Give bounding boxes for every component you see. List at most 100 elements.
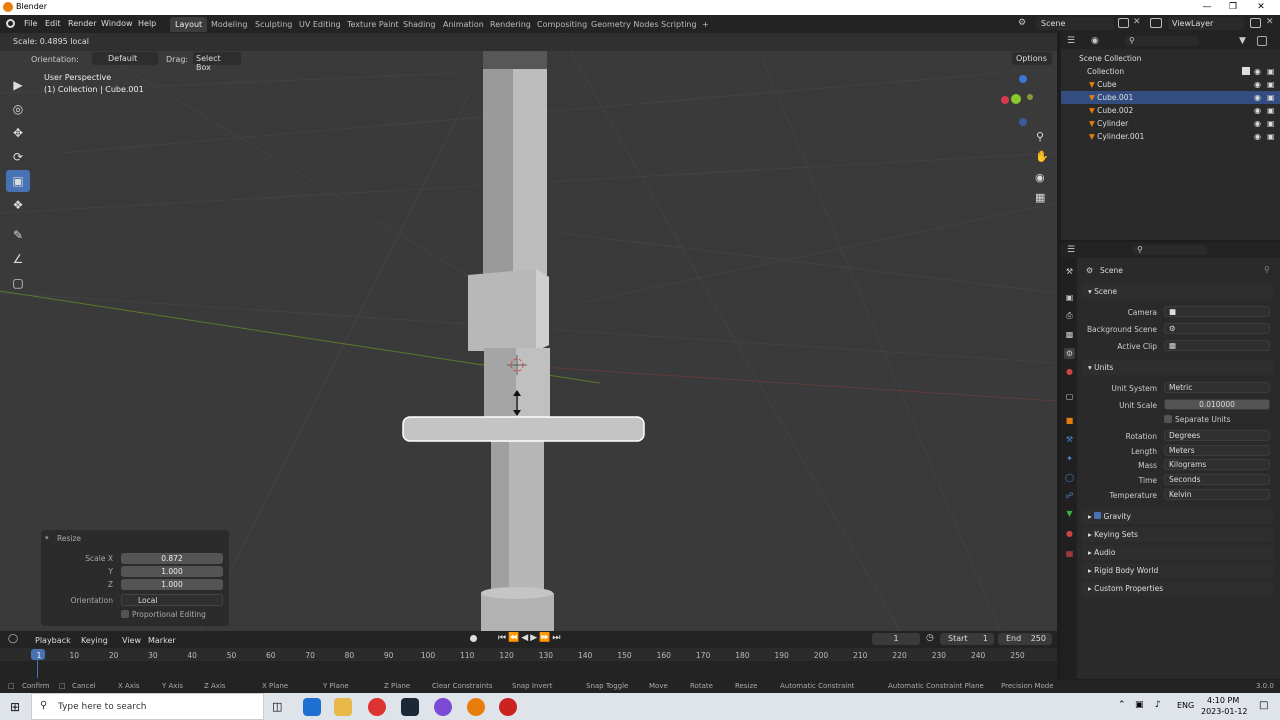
- render-icon[interactable]: ▣: [1267, 65, 1275, 78]
- render-icon[interactable]: ▣: [1267, 104, 1275, 117]
- tab-sculpting[interactable]: Sculpting: [250, 17, 297, 32]
- marker-menu[interactable]: Marker: [148, 636, 176, 645]
- editor-type-icon[interactable]: ◯: [8, 634, 18, 644]
- transform-icon[interactable]: ❖: [6, 194, 30, 216]
- tab-shading[interactable]: Shading: [398, 17, 441, 32]
- temperature-dropdown[interactable]: Kelvin: [1164, 489, 1270, 500]
- cursor-icon[interactable]: ◎: [6, 98, 30, 120]
- tab-animation[interactable]: Animation: [438, 17, 489, 32]
- collection-row[interactable]: Collection ◉ ▣: [1061, 65, 1280, 78]
- scale-y-field[interactable]: 1.000: [121, 566, 223, 577]
- length-dropdown[interactable]: Meters: [1164, 445, 1270, 456]
- render-icon[interactable]: ▣: [1267, 78, 1275, 91]
- audio-section-header[interactable]: ▸ Audio: [1082, 545, 1274, 560]
- camera-view-icon[interactable]: ◉: [1035, 171, 1045, 184]
- new-scene-icon[interactable]: [1118, 18, 1129, 28]
- task-view-icon[interactable]: ◫: [272, 700, 282, 713]
- annotate-icon[interactable]: ✎: [6, 224, 30, 246]
- chrome-icon[interactable]: [368, 698, 386, 716]
- scene-section-header[interactable]: ▾ Scene: [1082, 284, 1274, 299]
- taskbar-search-box[interactable]: ⚲ Type here to search: [31, 693, 264, 720]
- separate-units-checkbox[interactable]: [1164, 415, 1172, 423]
- render-icon[interactable]: ▣: [1267, 91, 1275, 104]
- visibility-icon[interactable]: ◉: [1254, 91, 1261, 104]
- blender-taskbar-icon[interactable]: [467, 698, 485, 716]
- menu-window[interactable]: Window: [101, 19, 133, 28]
- visibility-icon[interactable]: ◉: [1254, 130, 1261, 143]
- collapse-icon[interactable]: ▾: [45, 534, 49, 542]
- scale-icon[interactable]: ▣: [6, 170, 30, 192]
- move-icon[interactable]: ✥: [6, 122, 30, 144]
- gravity-section-header[interactable]: ▸ Gravity: [1082, 509, 1274, 524]
- new-collection-icon[interactable]: [1257, 36, 1267, 46]
- visibility-icon[interactable]: ◉: [1254, 65, 1261, 78]
- zoom-icon[interactable]: ⚲: [1036, 130, 1044, 143]
- outliner-search-icon[interactable]: ⚲: [1125, 36, 1199, 46]
- tool-tab-icon[interactable]: ⚒: [1064, 266, 1075, 277]
- viewlayer-selector[interactable]: ViewLayer: [1168, 17, 1244, 30]
- end-frame-field[interactable]: End 250: [998, 633, 1052, 645]
- mail-app-icon[interactable]: [303, 698, 321, 716]
- filter-icon[interactable]: ▼: [1239, 36, 1246, 46]
- clock-time[interactable]: 4:10 PM: [1207, 696, 1239, 705]
- tab-geometry-nodes[interactable]: Geometry Nodes: [586, 17, 663, 32]
- tab-modeling[interactable]: Modeling: [206, 17, 252, 32]
- steam-icon[interactable]: [401, 698, 419, 716]
- camera-field[interactable]: ■: [1164, 306, 1270, 317]
- outliner-item-cylinder-001[interactable]: ▼ Cylinder.001 ◉ ▣: [1061, 130, 1280, 143]
- render-tab-icon[interactable]: ▣: [1064, 292, 1075, 303]
- record-icon[interactable]: [470, 635, 477, 642]
- display-mode-icon[interactable]: ◉: [1091, 36, 1099, 46]
- collection-checkbox[interactable]: [1242, 67, 1250, 75]
- outliner-item-cube-002[interactable]: ▼ Cube.002 ◉ ▣: [1061, 104, 1280, 117]
- menu-edit[interactable]: Edit: [45, 19, 61, 28]
- units-section-header[interactable]: ▾ Units: [1082, 360, 1274, 375]
- keying-menu[interactable]: Keying: [81, 636, 108, 645]
- unit-system-dropdown[interactable]: Metric: [1164, 382, 1270, 393]
- minimize-icon[interactable]: —: [1194, 0, 1220, 15]
- scene-selector[interactable]: Scene: [1036, 17, 1114, 30]
- data-tab-icon[interactable]: ▼: [1064, 508, 1075, 519]
- outliner-item-cube[interactable]: ▼ Cube ◉ ▣: [1061, 78, 1280, 91]
- language-indicator[interactable]: ENG: [1177, 701, 1194, 710]
- pin-icon[interactable]: ⚲: [1264, 265, 1270, 274]
- editor-type-icon[interactable]: ☰: [1067, 245, 1075, 255]
- orientation-dropdown[interactable]: Default: [92, 52, 158, 65]
- measure-icon[interactable]: ∠: [6, 248, 30, 270]
- network-icon[interactable]: ▣: [1135, 700, 1144, 710]
- menu-help[interactable]: Help: [138, 19, 156, 28]
- menu-render[interactable]: Render: [68, 19, 96, 28]
- tab-compositing[interactable]: Compositing: [532, 17, 592, 32]
- windows-start-icon[interactable]: ⊞: [10, 700, 20, 714]
- keying-sets-section-header[interactable]: ▸ Keying Sets: [1082, 527, 1274, 542]
- texture-tab-icon[interactable]: ▦: [1064, 548, 1075, 559]
- proportional-checkbox[interactable]: [121, 610, 129, 618]
- rotate-icon[interactable]: ⟳: [6, 146, 30, 168]
- time-dropdown[interactable]: Seconds: [1164, 474, 1270, 485]
- add-cube-icon[interactable]: ▢: [6, 272, 30, 294]
- mass-dropdown[interactable]: Kilograms: [1164, 459, 1270, 470]
- start-frame-field[interactable]: Start 1: [940, 633, 994, 645]
- material-tab-icon[interactable]: ●: [1064, 528, 1075, 539]
- clock-date[interactable]: 2023-01-12: [1201, 707, 1248, 716]
- orientation-dropdown[interactable]: Local: [121, 594, 223, 606]
- tab-texture-paint[interactable]: Texture Paint: [342, 17, 404, 32]
- notifications-icon[interactable]: □: [1259, 700, 1268, 711]
- background-scene-field[interactable]: ⚙: [1164, 323, 1270, 334]
- view-menu[interactable]: View: [122, 636, 141, 645]
- scene-collection-row[interactable]: Scene Collection: [1061, 52, 1280, 65]
- tray-arrow-icon[interactable]: ⌃: [1118, 700, 1126, 710]
- tab-scripting[interactable]: Scripting: [656, 17, 702, 32]
- unit-scale-field[interactable]: 0.010000: [1164, 399, 1270, 410]
- outliner-item-cylinder[interactable]: ▼ Cylinder ◉ ▣: [1061, 117, 1280, 130]
- properties-search-icon[interactable]: ⚲: [1133, 245, 1207, 255]
- recording-app-icon[interactable]: [499, 698, 517, 716]
- rotation-dropdown[interactable]: Degrees: [1164, 430, 1270, 441]
- render-icon[interactable]: ▣: [1267, 130, 1275, 143]
- delete-scene-icon[interactable]: ✕: [1133, 17, 1141, 27]
- add-workspace-button[interactable]: +: [697, 17, 714, 32]
- current-frame-field[interactable]: 1: [872, 633, 920, 645]
- grid-view-icon[interactable]: ▦: [1035, 191, 1045, 204]
- playback-menu[interactable]: Playback: [35, 636, 71, 645]
- object-tab-icon[interactable]: ■: [1064, 415, 1075, 426]
